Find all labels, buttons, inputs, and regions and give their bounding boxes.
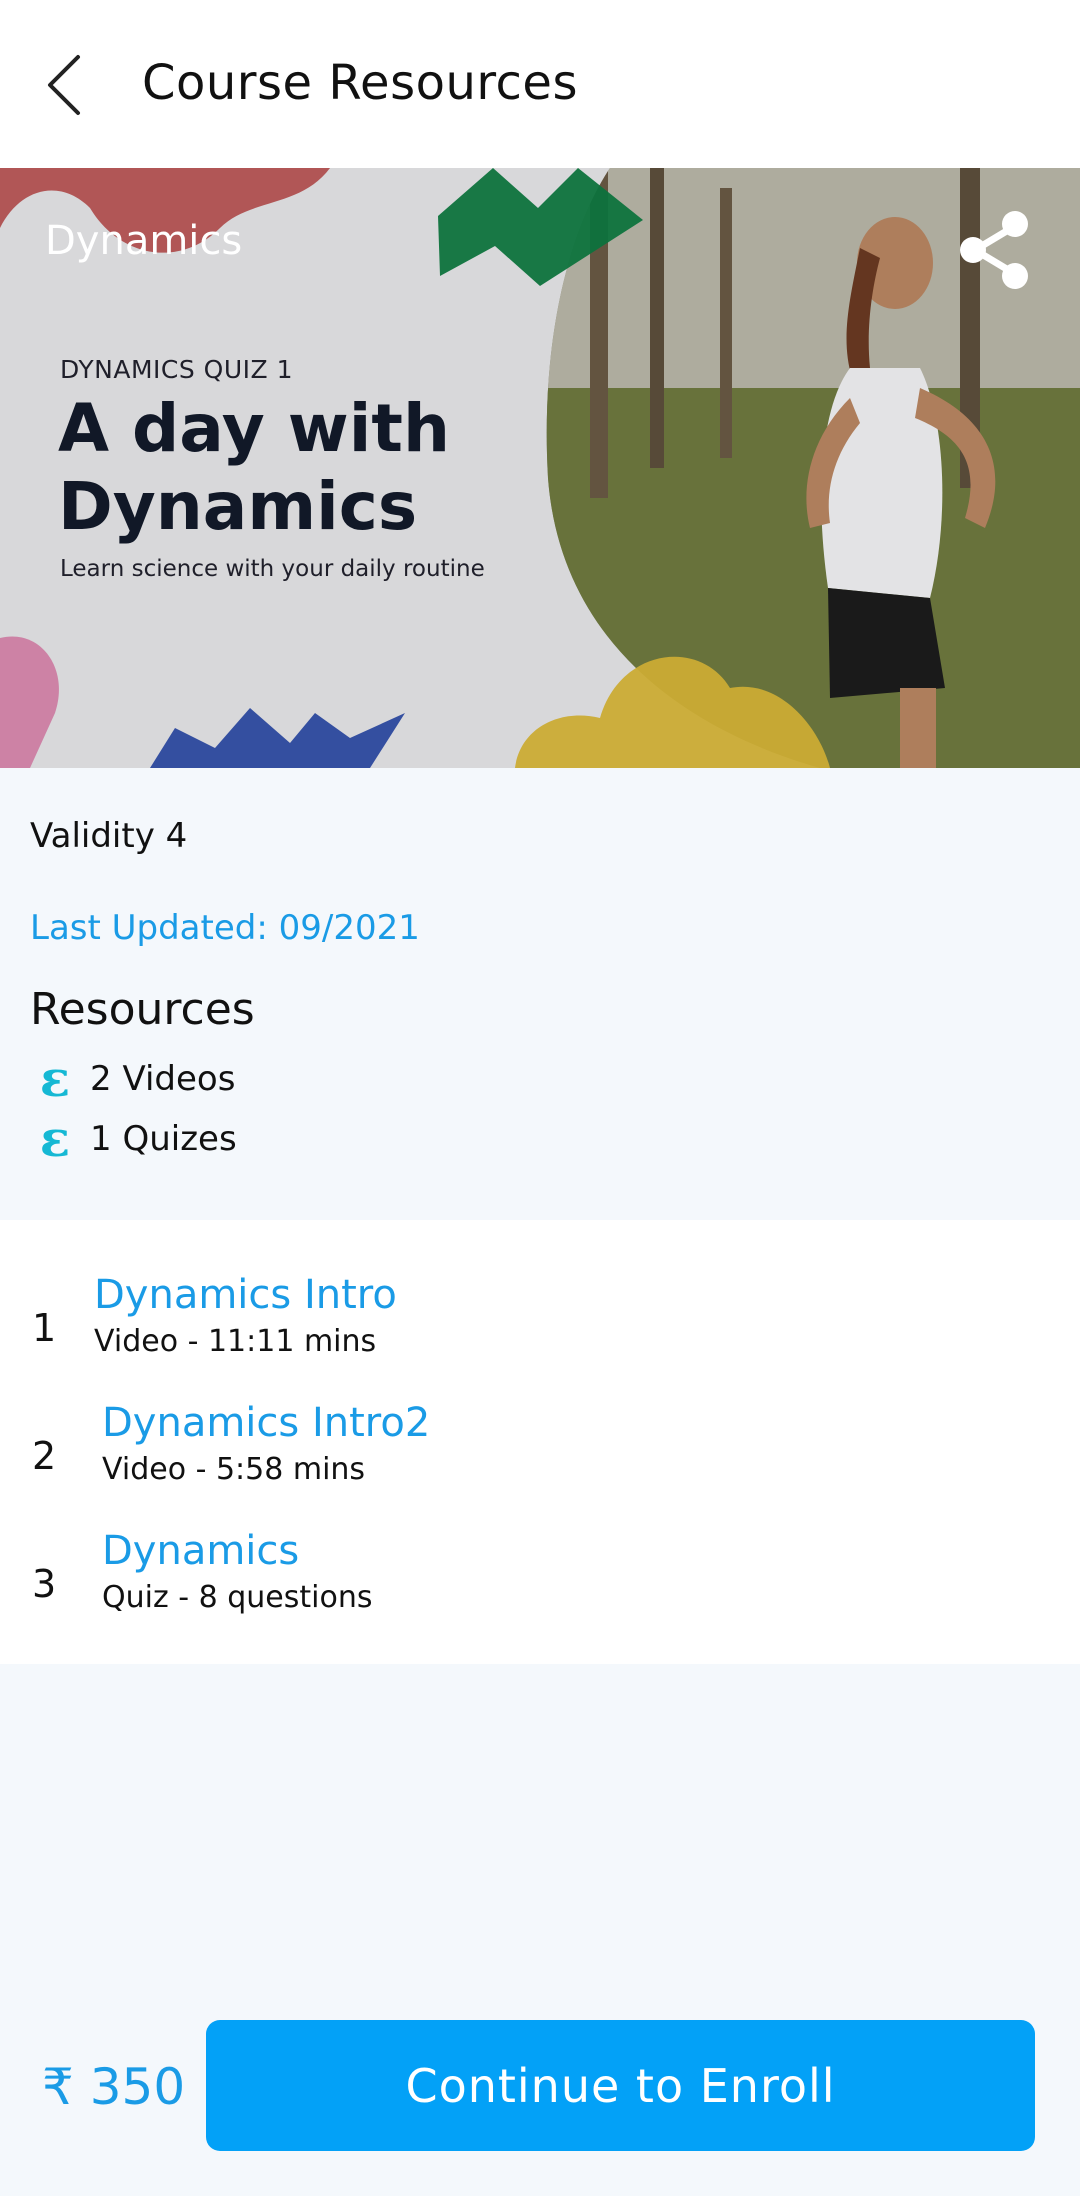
banner-headline-line1: A day with: [58, 390, 450, 467]
banner-tagline: Learn science with your daily routine: [60, 556, 485, 582]
back-arrow-icon: [48, 55, 80, 115]
validity-text: Validity 4: [30, 816, 188, 856]
lesson-title: Dynamics: [102, 1528, 300, 1574]
resource-glyph-icon: ɛ: [39, 1109, 71, 1168]
resource-item-label: 1 Quizes: [90, 1119, 237, 1159]
lesson-number: 3: [32, 1562, 57, 1606]
lesson-meta: Video - 5:58 mins: [102, 1452, 366, 1487]
lesson-meta: Quiz - 8 questions: [102, 1580, 373, 1615]
banner-headline: A day with Dynamics: [58, 390, 528, 546]
course-banner: Dynamics DYNAMICS QUIZ 1 A day with Dyna…: [0, 168, 1080, 768]
price-label: ₹ 350: [42, 2058, 186, 2116]
back-button[interactable]: [36, 50, 92, 120]
resource-item-label: 2 Videos: [90, 1059, 236, 1099]
lesson-list: 1 Dynamics Intro Video - 11:11 mins 2 Dy…: [0, 1220, 1080, 1664]
resource-glyph-icon: ɛ: [39, 1049, 71, 1108]
lesson-item[interactable]: 2 Dynamics Intro2 Video - 5:58 mins: [0, 1400, 1080, 1520]
lesson-item[interactable]: 3 Dynamics Quiz - 8 questions: [0, 1528, 1080, 1648]
lesson-meta: Video - 11:11 mins: [94, 1324, 377, 1359]
continue-to-enroll-button[interactable]: Continue to Enroll: [206, 2020, 1035, 2151]
page-title: Course Resources: [142, 55, 578, 111]
resource-item-videos: ɛ 2 Videos: [30, 1049, 236, 1108]
resource-item-quizzes: ɛ 1 Quizes: [30, 1114, 237, 1164]
share-button[interactable]: [955, 210, 1035, 290]
last-updated-text: Last Updated: 09/2021: [30, 908, 420, 948]
banner-headline-line2: Dynamics: [58, 468, 418, 545]
banner-course-name: Dynamics: [45, 218, 243, 264]
course-info-section: Validity 4 Last Updated: 09/2021 Resourc…: [0, 768, 1080, 1220]
lesson-number: 1: [32, 1306, 57, 1350]
lesson-item[interactable]: 1 Dynamics Intro Video - 11:11 mins: [0, 1272, 1080, 1392]
lesson-number: 2: [32, 1434, 57, 1478]
resources-heading: Resources: [30, 984, 255, 1035]
quiz-label: DYNAMICS QUIZ 1: [60, 355, 294, 384]
lesson-title: Dynamics Intro: [94, 1272, 397, 1318]
lesson-title: Dynamics Intro2: [102, 1400, 431, 1446]
app-header: Course Resources: [0, 0, 1080, 168]
course-resources-screen: Course Resources Dynamics DYNAMICS QUIZ …: [0, 0, 1080, 2196]
share-icon: [960, 211, 1028, 289]
